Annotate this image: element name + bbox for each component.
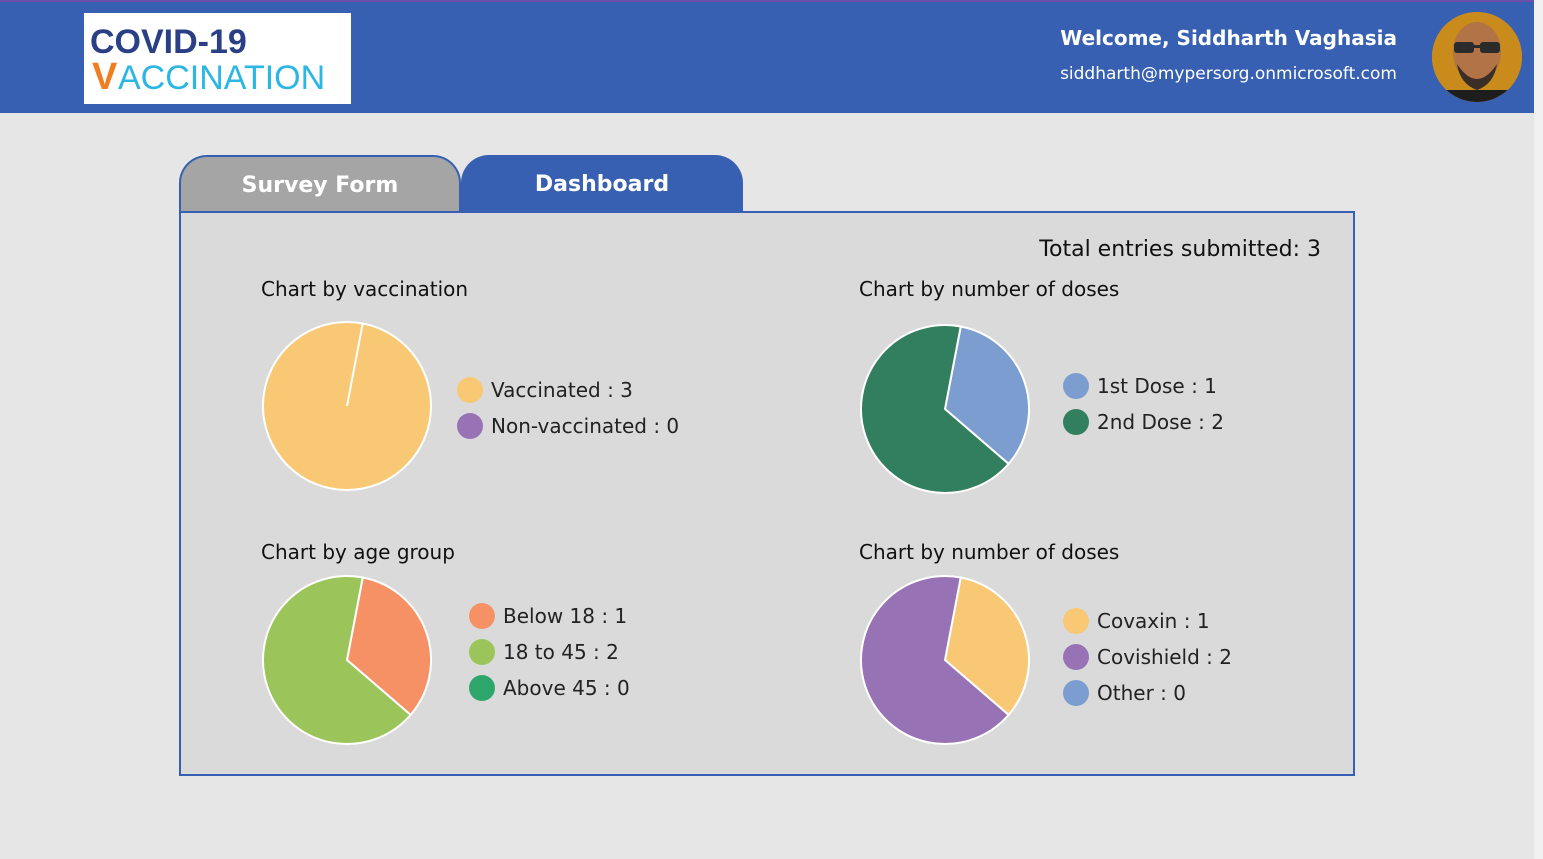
legend-item: Other : 0 xyxy=(1063,675,1232,711)
legend-dot xyxy=(1063,409,1089,435)
app-header: COVID-19 V ACCINATION Welcome, Siddharth… xyxy=(0,0,1534,113)
legend-age-group: Below 18 : 1 18 to 45 : 2 Above 45 : 0 xyxy=(469,598,630,706)
chart-title: Chart by age group xyxy=(261,540,455,564)
legend-vaccination: Vaccinated : 3 Non-vaccinated : 0 xyxy=(457,372,679,444)
app-logo: COVID-19 V ACCINATION xyxy=(84,13,351,104)
chart-title: Chart by number of doses xyxy=(859,540,1120,564)
legend-label: 18 to 45 : 2 xyxy=(503,640,619,664)
chart-title: Chart by vaccination xyxy=(261,277,469,301)
tab-dashboard-label: Dashboard xyxy=(534,171,670,197)
tab-survey-form-label: Survey Form xyxy=(241,172,399,198)
legend-label: 1st Dose : 1 xyxy=(1097,374,1217,398)
legend-item: 1st Dose : 1 xyxy=(1063,368,1224,404)
user-email: siddharth@mypersorg.onmicrosoft.com xyxy=(1060,64,1397,84)
welcome-text: Welcome, Siddharth Vaghasia xyxy=(1060,26,1397,50)
legend-item: Above 45 : 0 xyxy=(469,670,630,706)
legend-vaccine-type: Covaxin : 1 Covishield : 2 Other : 0 xyxy=(1063,603,1232,711)
legend-item: Covishield : 2 xyxy=(1063,639,1232,675)
legend-label: Covishield : 2 xyxy=(1097,645,1232,669)
legend-dot xyxy=(457,377,483,403)
tab-survey-form[interactable]: Survey Form xyxy=(179,155,461,213)
legend-item: Vaccinated : 3 xyxy=(457,372,679,408)
svg-text:ACCINATION: ACCINATION xyxy=(118,59,325,97)
legend-label: Above 45 : 0 xyxy=(503,676,630,700)
dashboard-panel: Total entries submitted: 3 Chart by vacc… xyxy=(179,211,1355,776)
tab-dashboard[interactable]: Dashboard xyxy=(461,155,743,213)
scrollbar[interactable] xyxy=(1534,0,1543,859)
total-entries: Total entries submitted: 3 xyxy=(1039,237,1321,262)
svg-text:V: V xyxy=(92,56,118,98)
pie-chart-age-group xyxy=(262,575,432,745)
legend-dot xyxy=(469,639,495,665)
pie-chart-doses xyxy=(860,324,1030,494)
legend-label: Non-vaccinated : 0 xyxy=(491,414,680,438)
legend-dot xyxy=(1063,373,1089,399)
legend-doses: 1st Dose : 1 2nd Dose : 2 xyxy=(1063,368,1224,440)
legend-label: Below 18 : 1 xyxy=(503,604,628,628)
legend-item: Covaxin : 1 xyxy=(1063,603,1232,639)
legend-item: 18 to 45 : 2 xyxy=(469,634,630,670)
legend-label: 2nd Dose : 2 xyxy=(1097,410,1224,434)
pie-chart-vaccination xyxy=(262,321,432,491)
legend-label: Other : 0 xyxy=(1097,681,1186,705)
legend-item: Below 18 : 1 xyxy=(469,598,630,634)
legend-dot xyxy=(457,413,483,439)
legend-item: Non-vaccinated : 0 xyxy=(457,408,679,444)
chart-title: Chart by number of doses xyxy=(859,277,1120,301)
legend-dot xyxy=(1063,680,1089,706)
pie-chart-vaccine-type xyxy=(860,575,1030,745)
legend-label: Covaxin : 1 xyxy=(1097,609,1210,633)
legend-label: Vaccinated : 3 xyxy=(491,378,633,402)
legend-dot xyxy=(1063,644,1089,670)
legend-dot xyxy=(1063,608,1089,634)
user-avatar[interactable] xyxy=(1432,12,1522,102)
legend-dot xyxy=(469,603,495,629)
legend-item: 2nd Dose : 2 xyxy=(1063,404,1224,440)
legend-dot xyxy=(469,675,495,701)
